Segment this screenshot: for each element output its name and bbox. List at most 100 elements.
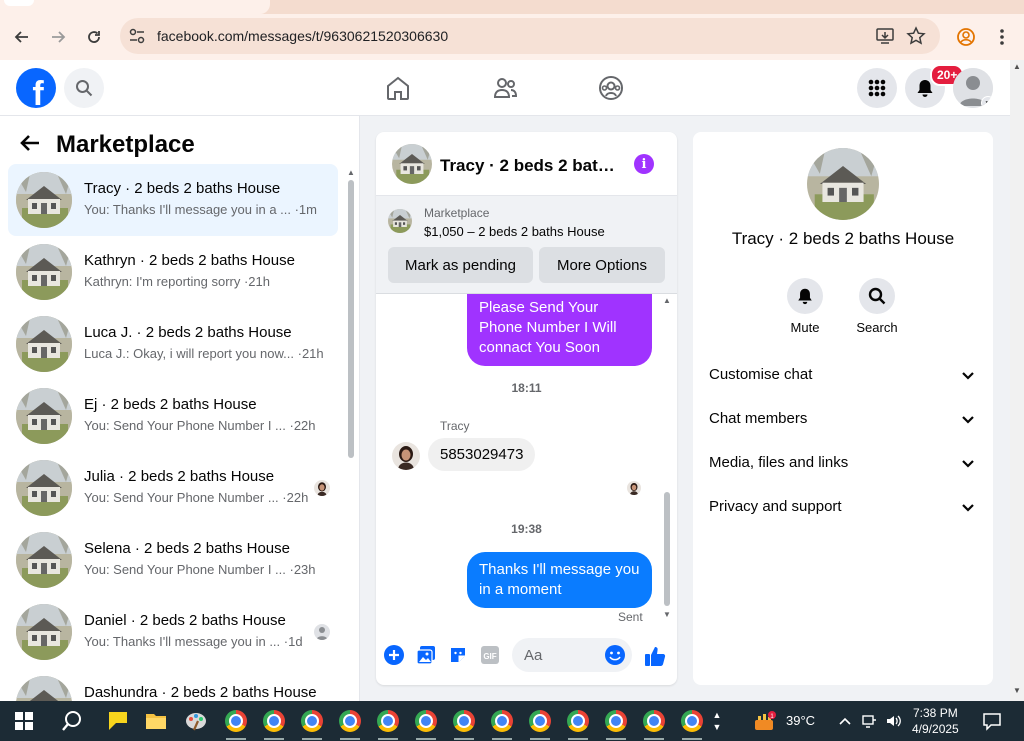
sender-avatar[interactable] bbox=[392, 442, 420, 470]
chrome-icon[interactable] bbox=[412, 707, 440, 740]
conversation-item[interactable]: Dashundra · 2 beds 2 baths House bbox=[8, 668, 338, 701]
windows-start-icon[interactable] bbox=[10, 707, 38, 735]
section-privacy-support[interactable]: Privacy and support bbox=[693, 484, 993, 528]
incoming-message[interactable]: 5853029473 bbox=[428, 438, 536, 471]
scroll-down-arrow-icon[interactable]: ▼ bbox=[663, 610, 671, 619]
chrome-icon[interactable] bbox=[450, 707, 478, 740]
file-explorer-icon[interactable] bbox=[142, 707, 170, 735]
tab-stub[interactable] bbox=[4, 0, 34, 6]
chrome-icon[interactable] bbox=[374, 707, 402, 740]
back-arrow-icon[interactable] bbox=[20, 132, 40, 158]
chrome-icon[interactable] bbox=[222, 707, 250, 740]
chat-title[interactable]: Tracy · 2 beds 2 baths House bbox=[440, 156, 618, 176]
conversation-item[interactable]: Ej · 2 beds 2 baths House You: Send Your… bbox=[8, 380, 338, 452]
chrome-icon[interactable] bbox=[564, 707, 592, 740]
chrome-icon[interactable] bbox=[260, 707, 288, 740]
section-media-files-links[interactable]: Media, files and links bbox=[693, 440, 993, 484]
chrome-icon[interactable] bbox=[298, 707, 326, 740]
section-chat-members[interactable]: Chat members bbox=[693, 396, 993, 440]
gif-icon[interactable]: GIF bbox=[479, 644, 501, 666]
thumbs-up-icon[interactable] bbox=[643, 644, 667, 668]
site-settings-icon[interactable] bbox=[128, 27, 146, 50]
bell-icon[interactable] bbox=[787, 278, 823, 314]
network-icon[interactable] bbox=[858, 707, 880, 735]
info-icon[interactable]: i bbox=[634, 154, 654, 174]
browser-menu-icon[interactable] bbox=[989, 24, 1015, 50]
conversation-item[interactable]: Daniel · 2 beds 2 baths House You: Thank… bbox=[8, 596, 338, 668]
chat-scrollbar[interactable]: ▲ ▼ bbox=[662, 296, 672, 622]
sidebar-scrollbar[interactable]: ▲ ▼ bbox=[346, 168, 356, 698]
groups-icon[interactable] bbox=[595, 72, 627, 104]
chrome-icon[interactable] bbox=[336, 707, 364, 740]
home-icon[interactable] bbox=[382, 72, 414, 104]
chevron-down-icon[interactable]: ▼ bbox=[981, 96, 993, 108]
menu-grid-icon[interactable] bbox=[857, 68, 897, 108]
message-input-box[interactable] bbox=[512, 638, 632, 672]
weather-icon[interactable]: 1 bbox=[750, 707, 778, 735]
account-avatar[interactable]: ▼ bbox=[953, 68, 993, 108]
chevron-down-icon[interactable] bbox=[961, 500, 975, 518]
address-bar[interactable]: facebook.com/messages/t/9630621520306630 bbox=[120, 18, 940, 54]
search-button[interactable]: Search bbox=[847, 278, 907, 335]
message-input[interactable] bbox=[512, 638, 600, 672]
profile-icon[interactable] bbox=[953, 24, 979, 50]
scroll-up-arrow-icon[interactable]: ▲ bbox=[663, 296, 671, 305]
outgoing-message[interactable]: Please Send Your Phone Number I Will con… bbox=[467, 294, 652, 366]
sticker-icon[interactable] bbox=[447, 644, 469, 666]
system-clock[interactable]: 7:38 PM 4/9/2025 bbox=[912, 705, 959, 737]
chevron-down-icon[interactable] bbox=[961, 412, 975, 430]
page-scrollbar[interactable]: ▲ ▼ bbox=[1010, 60, 1024, 701]
chat-avatar[interactable] bbox=[392, 144, 432, 184]
conversation-item[interactable]: Selena · 2 beds 2 baths House You: Send … bbox=[8, 524, 338, 596]
back-arrow-icon[interactable] bbox=[9, 24, 35, 50]
search-icon[interactable] bbox=[58, 707, 86, 735]
reload-icon[interactable] bbox=[81, 24, 107, 50]
volume-icon[interactable] bbox=[882, 707, 906, 735]
scroll-up-arrow-icon[interactable]: ▲ bbox=[347, 168, 355, 177]
url-text[interactable]: facebook.com/messages/t/9630621520306630 bbox=[157, 28, 448, 44]
chat-avatar[interactable] bbox=[807, 148, 879, 220]
sticky-notes-icon[interactable] bbox=[104, 707, 132, 735]
photo-icon[interactable] bbox=[415, 644, 437, 666]
weather-temperature[interactable]: 39°C bbox=[786, 713, 815, 728]
friends-icon[interactable] bbox=[489, 72, 521, 104]
emoji-icon[interactable] bbox=[604, 644, 626, 671]
scrollbar-thumb[interactable] bbox=[348, 180, 354, 458]
facebook-header: f 20+ ▼ bbox=[0, 60, 1010, 116]
mark-pending-button[interactable]: Mark as pending bbox=[388, 247, 533, 283]
paint-icon[interactable] bbox=[182, 707, 210, 735]
section-customise-chat[interactable]: Customise chat bbox=[693, 352, 993, 396]
notification-center-icon[interactable] bbox=[978, 707, 1006, 735]
chrome-icon[interactable] bbox=[678, 707, 706, 740]
scrollbar-thumb[interactable] bbox=[664, 492, 670, 606]
active-tab[interactable] bbox=[0, 0, 270, 14]
taskbar-overflow-arrows-icon[interactable]: ▲ ▼ bbox=[710, 707, 724, 735]
search-icon[interactable] bbox=[859, 278, 895, 314]
plus-icon[interactable] bbox=[383, 644, 405, 666]
listing-price[interactable]: $1,050 – 2 beds 2 baths House bbox=[424, 224, 605, 239]
more-options-button[interactable]: More Options bbox=[539, 247, 665, 283]
chevron-up-icon[interactable] bbox=[834, 707, 856, 735]
chevron-down-icon[interactable] bbox=[961, 368, 975, 386]
conversation-preview: Luca J.: Okay, i will report you now... … bbox=[84, 346, 324, 361]
chevron-down-icon[interactable] bbox=[961, 456, 975, 474]
scroll-down-arrow-icon[interactable]: ▼ bbox=[1013, 686, 1021, 695]
conversation-preview: Kathryn: I'm reporting sorry ·21h bbox=[84, 274, 270, 289]
scroll-up-arrow-icon[interactable]: ▲ bbox=[1013, 62, 1021, 71]
chrome-icon[interactable] bbox=[526, 707, 554, 740]
mute-button[interactable]: Mute bbox=[775, 278, 835, 335]
conversation-item[interactable]: Kathryn · 2 beds 2 baths House Kathryn: … bbox=[8, 236, 338, 308]
outgoing-message[interactable]: Thanks I'll message you in a moment bbox=[467, 552, 652, 608]
search-icon[interactable] bbox=[64, 68, 104, 108]
conversation-item[interactable]: Tracy · 2 beds 2 baths House You: Thanks… bbox=[8, 164, 338, 236]
forward-arrow-icon[interactable] bbox=[45, 24, 71, 50]
chrome-icon[interactable] bbox=[640, 707, 668, 740]
listing-thumbnail[interactable] bbox=[388, 209, 412, 233]
chrome-icon[interactable] bbox=[602, 707, 630, 740]
facebook-logo-icon[interactable]: f bbox=[16, 68, 56, 108]
install-app-icon[interactable] bbox=[875, 26, 895, 51]
bookmark-star-icon[interactable] bbox=[906, 26, 926, 51]
conversation-item[interactable]: Julia · 2 beds 2 baths House You: Send Y… bbox=[8, 452, 338, 524]
conversation-item[interactable]: Luca J. · 2 beds 2 baths House Luca J.: … bbox=[8, 308, 338, 380]
chrome-icon[interactable] bbox=[488, 707, 516, 740]
